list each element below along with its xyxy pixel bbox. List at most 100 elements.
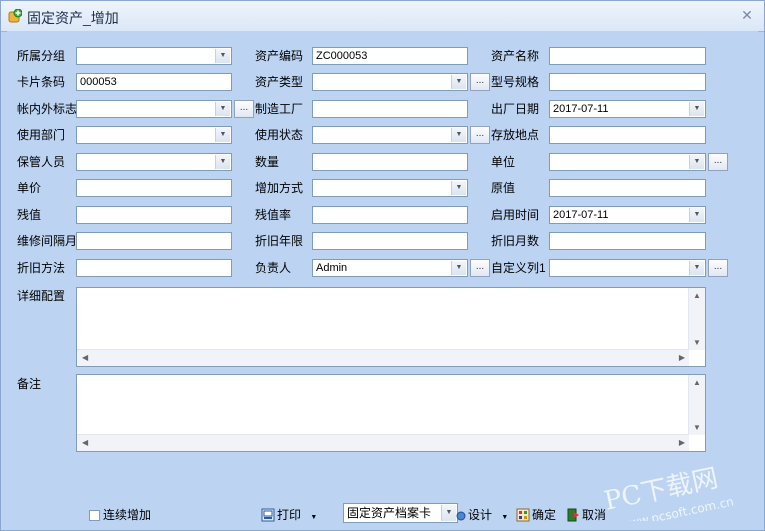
- startdate-picker[interactable]: 2017-07-11 ▼: [549, 206, 706, 224]
- label-residual: 残值: [17, 208, 42, 222]
- chevron-down-icon[interactable]: ▼: [689, 102, 704, 116]
- status-ellipsis-button[interactable]: ...: [470, 126, 490, 144]
- type-select[interactable]: ▼: [312, 73, 468, 91]
- inout-ellipsis-button[interactable]: ...: [234, 100, 254, 118]
- label-resrate: 残值率: [255, 208, 292, 222]
- addmode-select[interactable]: ▼: [312, 179, 468, 197]
- unit-ellipsis-button[interactable]: ...: [708, 153, 728, 171]
- unit-select[interactable]: ▼: [549, 153, 706, 171]
- close-icon[interactable]: ✕: [738, 6, 756, 24]
- scroll-right-icon[interactable]: ▶: [679, 438, 685, 447]
- window: 固定资产_增加 ✕ 所属分组 ▼ 资产编码 ZC000053 资产名称 卡片条码…: [0, 0, 765, 531]
- label-unit: 单位: [491, 155, 516, 169]
- scroll-down-icon[interactable]: ▼: [693, 338, 701, 347]
- printer-icon: [261, 508, 275, 522]
- label-model: 型号规格: [491, 75, 540, 89]
- inout-select[interactable]: ▼: [76, 100, 232, 118]
- card-input[interactable]: 000053: [76, 73, 232, 91]
- chevron-down-icon[interactable]: ▼: [215, 155, 230, 169]
- template-select[interactable]: 固定资产档案卡 ▼: [343, 503, 458, 523]
- label-startdate: 启用时间: [491, 208, 540, 222]
- deprmonths-input[interactable]: [549, 232, 706, 250]
- print-button[interactable]: 打印 ▼: [261, 506, 317, 527]
- chevron-down-icon[interactable]: ▼: [451, 75, 466, 89]
- name-input[interactable]: [549, 47, 706, 65]
- design-icon: [456, 511, 466, 521]
- detail-vertical-scrollbar[interactable]: ▲ ▼: [688, 288, 705, 350]
- chevron-down-icon[interactable]: ▼: [441, 505, 456, 521]
- app-add-icon: [8, 9, 22, 23]
- remark-vertical-scrollbar[interactable]: ▲ ▼: [688, 375, 705, 435]
- chevron-down-icon[interactable]: ▼: [689, 261, 704, 275]
- chevron-down-icon[interactable]: ▼: [689, 155, 704, 169]
- label-original: 原值: [491, 181, 516, 195]
- label-location: 存放地点: [491, 128, 540, 142]
- label-maker: 制造工厂: [255, 102, 304, 116]
- resrate-input[interactable]: [312, 206, 468, 224]
- confirm-icon: [516, 508, 530, 522]
- title-bar: 固定资产_增加 ✕: [1, 1, 764, 32]
- chevron-down-icon[interactable]: ▼: [501, 514, 508, 521]
- label-deprmonths: 折旧月数: [491, 234, 540, 248]
- exit-door-icon: [567, 508, 579, 522]
- scroll-down-icon[interactable]: ▼: [693, 423, 701, 432]
- status-select[interactable]: ▼: [312, 126, 468, 144]
- asset-form: 所属分组 ▼ 资产编码 ZC000053 资产名称 卡片条码 000053 资产…: [7, 31, 758, 501]
- cancel-label: 取消: [582, 508, 607, 522]
- label-name: 资产名称: [491, 49, 540, 63]
- original-input[interactable]: [549, 179, 706, 197]
- scroll-left-icon[interactable]: ◀: [82, 353, 88, 362]
- ok-button[interactable]: 确定: [516, 506, 556, 524]
- dept-select[interactable]: ▼: [76, 126, 232, 144]
- label-addmode: 增加方式: [255, 181, 304, 195]
- price-input[interactable]: [76, 179, 232, 197]
- custom1-select[interactable]: ▼: [549, 259, 706, 277]
- remark-horizontal-scrollbar[interactable]: ◀ ▶: [77, 434, 689, 451]
- scroll-up-icon[interactable]: ▲: [693, 291, 701, 300]
- design-label: 设计: [468, 508, 493, 522]
- deprmethod-input[interactable]: [76, 259, 232, 277]
- label-deprnyears: 折旧年限: [255, 234, 304, 248]
- remark-textarea[interactable]: ▲ ▼ ◀ ▶: [76, 374, 706, 452]
- repair-input[interactable]: [76, 232, 232, 250]
- label-status: 使用状态: [255, 128, 304, 142]
- continuous-add-checkbox[interactable]: [89, 510, 100, 521]
- label-card: 卡片条码: [17, 75, 66, 89]
- label-qty: 数量: [255, 155, 280, 169]
- model-input[interactable]: [549, 73, 706, 91]
- owner-ellipsis-button[interactable]: ...: [470, 259, 490, 277]
- madedate-picker[interactable]: 2017-07-11 ▼: [549, 100, 706, 118]
- maker-input[interactable]: [312, 100, 468, 118]
- label-madedate: 出厂日期: [491, 102, 540, 116]
- residual-input[interactable]: [76, 206, 232, 224]
- label-repair: 维修间隔月: [17, 234, 78, 248]
- chevron-down-icon[interactable]: ▼: [310, 514, 317, 521]
- chevron-down-icon[interactable]: ▼: [451, 128, 466, 142]
- chevron-down-icon[interactable]: ▼: [215, 128, 230, 142]
- qty-input[interactable]: [312, 153, 468, 171]
- design-button[interactable]: 设计 ▼: [456, 506, 508, 527]
- owner-select[interactable]: Admin ▼: [312, 259, 468, 277]
- code-input[interactable]: ZC000053: [312, 47, 468, 65]
- scroll-left-icon[interactable]: ◀: [82, 438, 88, 447]
- window-title: 固定资产_增加: [27, 10, 119, 26]
- keeper-select[interactable]: ▼: [76, 153, 232, 171]
- label-owner: 负责人: [255, 261, 292, 275]
- location-input[interactable]: [549, 126, 706, 144]
- chevron-down-icon[interactable]: ▼: [215, 49, 230, 63]
- chevron-down-icon[interactable]: ▼: [451, 261, 466, 275]
- chevron-down-icon[interactable]: ▼: [451, 181, 466, 195]
- label-group: 所属分组: [17, 49, 66, 63]
- type-ellipsis-button[interactable]: ...: [470, 73, 490, 91]
- chevron-down-icon[interactable]: ▼: [689, 208, 704, 222]
- scroll-up-icon[interactable]: ▲: [693, 378, 701, 387]
- cancel-button[interactable]: 取消: [566, 506, 606, 524]
- chevron-down-icon[interactable]: ▼: [215, 102, 230, 116]
- label-keeper: 保管人员: [17, 155, 66, 169]
- detail-horizontal-scrollbar[interactable]: ◀ ▶: [77, 349, 689, 366]
- group-select[interactable]: ▼: [76, 47, 232, 65]
- custom1-ellipsis-button[interactable]: ...: [708, 259, 728, 277]
- scroll-right-icon[interactable]: ▶: [679, 353, 685, 362]
- deprnyears-input[interactable]: [312, 232, 468, 250]
- detail-textarea[interactable]: ▲ ▼ ◀ ▶: [76, 287, 706, 367]
